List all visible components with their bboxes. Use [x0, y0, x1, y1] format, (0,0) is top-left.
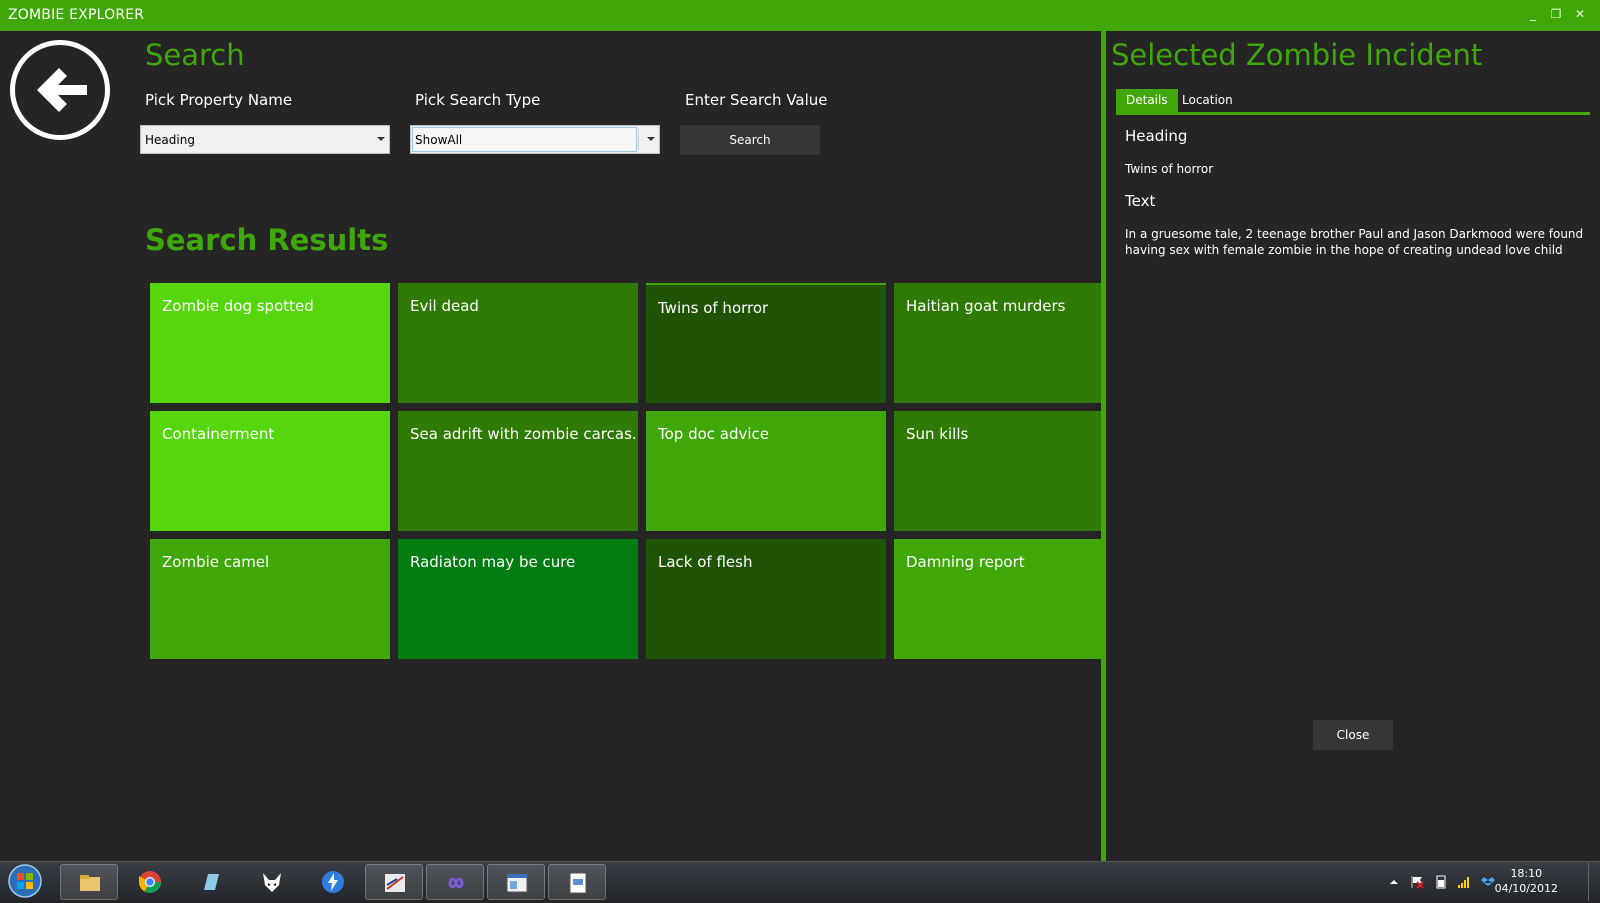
- taskbar-fox[interactable]: [243, 864, 301, 900]
- text-field-label: Text: [1125, 192, 1156, 210]
- taskbar-paint[interactable]: [365, 864, 423, 900]
- taskbar-explorer[interactable]: [60, 864, 118, 900]
- taskbar-notepad[interactable]: [182, 864, 240, 900]
- combo-separator: [638, 129, 639, 150]
- action-center-flag-icon[interactable]: [1410, 875, 1424, 889]
- network-icon[interactable]: [1457, 875, 1471, 889]
- infinity-icon: [448, 877, 464, 889]
- result-tile[interactable]: Containerment: [150, 411, 390, 531]
- property-name-value: Heading: [145, 133, 195, 147]
- tab-strip: Details Location: [1116, 89, 1590, 115]
- notepad-icon: [204, 874, 219, 890]
- search-value-label: Enter Search Value: [685, 91, 828, 109]
- window-title: ZOMBIE EXPLORER: [8, 7, 145, 23]
- result-tile[interactable]: Sea adrift with zombie carcas...: [398, 411, 638, 531]
- taskbar-window[interactable]: [487, 864, 545, 900]
- tile-label: Sun kills: [906, 425, 969, 443]
- result-tile[interactable]: Evil dead: [398, 283, 638, 403]
- result-tile[interactable]: Lack of flesh: [646, 539, 886, 659]
- show-desktop-button[interactable]: [1588, 862, 1600, 901]
- document-icon: [569, 872, 587, 894]
- chevron-down-icon: [377, 137, 385, 141]
- tile-label: Radiaton may be cure: [410, 553, 576, 571]
- main-area: Search Pick Property Name Pick Search Ty…: [0, 31, 1102, 861]
- heading-field-value: Twins of horror: [1125, 162, 1214, 176]
- clock-time: 18:10: [1510, 867, 1543, 880]
- property-name-label: Pick Property Name: [145, 91, 293, 109]
- taskbar-chrome[interactable]: [121, 864, 179, 900]
- tile-label: Haitian goat murders: [906, 297, 1066, 315]
- title-bar: ZOMBIE EXPLORER _ ❐ ✕: [0, 0, 1600, 31]
- search-type-value: ShowAll: [415, 133, 463, 147]
- tile-label: Zombie dog spotted: [162, 297, 314, 315]
- taskbar: 18:10 04/10/2012: [0, 861, 1600, 901]
- tile-label: Damning report: [906, 553, 1025, 571]
- tile-label: Zombie camel: [162, 553, 270, 571]
- result-tile[interactable]: Radiaton may be cure: [398, 539, 638, 659]
- detail-panel: Selected Zombie Incident Details Locatio…: [1106, 31, 1600, 861]
- close-window-button[interactable]: ✕: [1571, 5, 1589, 23]
- search-button[interactable]: Search: [680, 125, 820, 155]
- start-button[interactable]: [6, 863, 44, 899]
- fox-icon: [263, 873, 281, 892]
- restore-button[interactable]: ❐: [1547, 5, 1565, 23]
- taskbar-lightning[interactable]: [304, 864, 362, 900]
- result-tile[interactable]: Top doc advice: [646, 411, 886, 531]
- tab-details[interactable]: Details: [1116, 89, 1178, 112]
- search-type-combo[interactable]: ShowAll: [410, 125, 660, 154]
- search-heading: Search: [145, 38, 245, 72]
- result-tile[interactable]: Zombie camel: [150, 539, 390, 659]
- minimize-button[interactable]: _: [1524, 5, 1542, 23]
- tray-expand-icon[interactable]: [1387, 875, 1401, 889]
- explorer-icon: [80, 875, 100, 891]
- heading-field-label: Heading: [1125, 127, 1188, 145]
- result-tile[interactable]: Zombie dog spotted: [150, 283, 390, 403]
- paint-icon: [385, 874, 405, 892]
- result-tile[interactable]: Damning report: [894, 539, 1102, 659]
- tile-label: Top doc advice: [658, 425, 770, 443]
- tile-label: Evil dead: [410, 297, 479, 315]
- search-type-label: Pick Search Type: [415, 91, 541, 109]
- result-tile[interactable]: Sun kills: [894, 411, 1102, 531]
- property-name-combo[interactable]: Heading: [140, 125, 390, 154]
- battery-icon[interactable]: [1434, 875, 1448, 889]
- back-arrow-icon: [37, 68, 87, 112]
- panel-title: Selected Zombie Incident: [1111, 38, 1483, 72]
- chrome-icon: [139, 871, 161, 893]
- results-heading: Search Results: [145, 223, 389, 257]
- window-icon: [506, 873, 528, 893]
- taskbar-infinity[interactable]: [426, 864, 484, 900]
- tile-label: Twins of horror: [658, 299, 769, 317]
- tile-label: Lack of flesh: [658, 553, 753, 571]
- text-field-value: In a gruesome tale, 2 teenage brother Pa…: [1125, 227, 1584, 257]
- result-tile-selected[interactable]: Twins of horror: [646, 283, 886, 403]
- close-button[interactable]: Close: [1313, 720, 1393, 750]
- windows-orb-icon: [8, 864, 42, 898]
- chevron-down-icon: [647, 137, 655, 141]
- result-tile[interactable]: Haitian goat murders: [894, 283, 1102, 403]
- tile-label: Containerment: [162, 425, 275, 443]
- clock-date: 04/10/2012: [1494, 882, 1558, 895]
- dropbox-icon[interactable]: [1481, 875, 1495, 889]
- tile-label: Sea adrift with zombie carcas...: [410, 425, 635, 443]
- clock[interactable]: 18:10 04/10/2012: [1495, 866, 1558, 896]
- taskbar-document[interactable]: [548, 864, 606, 900]
- lightning-icon: [322, 871, 344, 893]
- tab-location[interactable]: Location: [1172, 89, 1243, 112]
- back-button[interactable]: [10, 40, 110, 140]
